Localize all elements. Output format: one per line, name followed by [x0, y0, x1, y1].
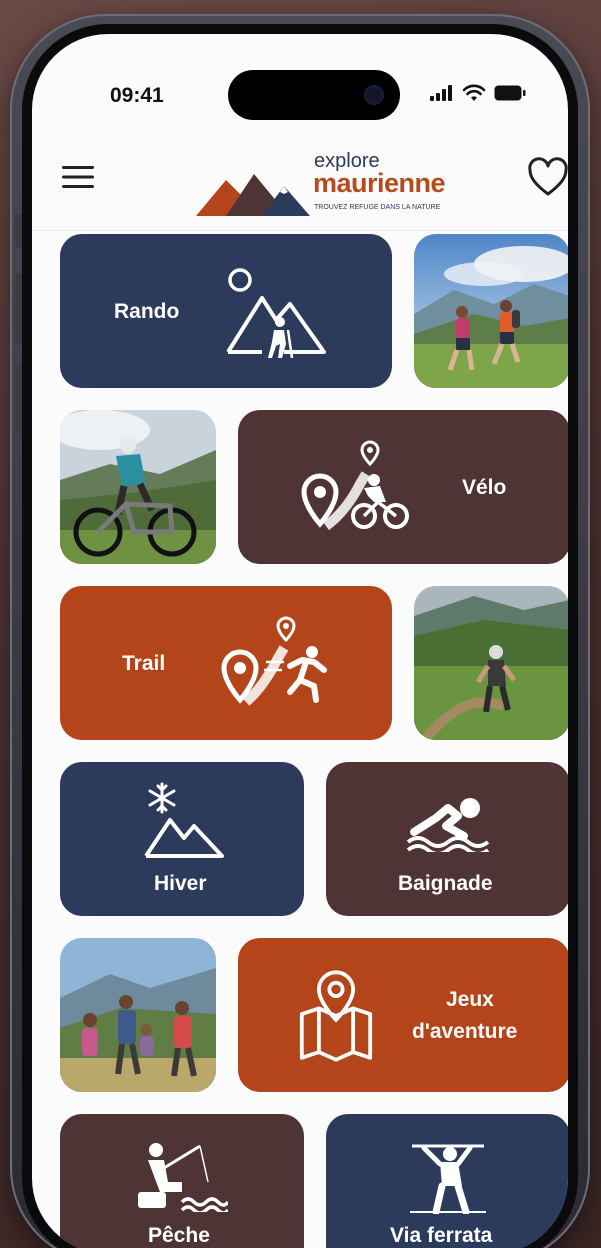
phone-frame: 09:41 explore maurienne TROUVEZ REFUGE D… — [10, 14, 590, 1248]
tile-label: d'aventure — [412, 1020, 518, 1043]
tile-label: Rando — [114, 300, 180, 323]
swimmer-icon — [406, 798, 490, 852]
tile-trail[interactable]: Trail — [60, 586, 392, 740]
wifi-icon — [462, 84, 486, 101]
tile-label: Trail — [122, 652, 166, 675]
climber-icon — [410, 1144, 486, 1214]
tile-via-ferrata[interactable]: Via ferrata — [326, 1114, 568, 1248]
tile-label: Via ferrata — [390, 1224, 493, 1247]
heart-icon[interactable] — [526, 156, 568, 200]
tile-hiver[interactable]: Hiver — [60, 762, 304, 916]
tile-label: Vélo — [462, 476, 507, 499]
battery-icon — [494, 85, 526, 101]
tile-jeux-aventure[interactable]: Jeux d'aventure — [238, 938, 568, 1092]
fisherman-icon — [138, 1143, 228, 1212]
tile-label: Jeux — [446, 988, 494, 1011]
status-icons — [430, 84, 526, 102]
signal-icon — [430, 85, 452, 101]
logo: explore maurienne TROUVEZ REFUGE DANS LA… — [192, 146, 452, 220]
hamburger-menu-icon[interactable] — [62, 164, 94, 190]
map-pin-runner-icon — [221, 616, 327, 706]
map-pin-cyclist-icon — [301, 440, 409, 531]
tile-label: Baignade — [398, 872, 493, 895]
tile-label: Pêche — [148, 1224, 210, 1247]
map-pin-map-icon — [299, 970, 373, 1062]
tile-baignade[interactable]: Baignade — [326, 762, 568, 916]
photo-family-hike — [60, 938, 216, 1092]
tile-rando[interactable]: Rando — [60, 234, 392, 388]
screen: 09:41 explore maurienne TROUVEZ REFUGE D… — [32, 34, 568, 1248]
mountain-hiker-icon — [226, 268, 326, 358]
mountain-logo-icon — [196, 174, 310, 216]
photo-hikers — [414, 234, 568, 388]
tile-peche[interactable]: Pêche — [60, 1114, 304, 1248]
status-time: 09:41 — [110, 84, 164, 107]
tile-label: Hiver — [154, 872, 207, 895]
dynamic-island — [228, 70, 400, 120]
logo-text-maurienne: maurienne — [313, 168, 446, 198]
logo-tagline: TROUVEZ REFUGE DANS LA NATURE — [314, 204, 441, 211]
header-divider — [32, 230, 568, 231]
photo-cyclist — [60, 410, 216, 564]
tile-velo[interactable]: Vélo — [238, 410, 568, 564]
snowflake-mountain-icon — [144, 782, 224, 858]
photo-trail-runner — [414, 586, 568, 740]
